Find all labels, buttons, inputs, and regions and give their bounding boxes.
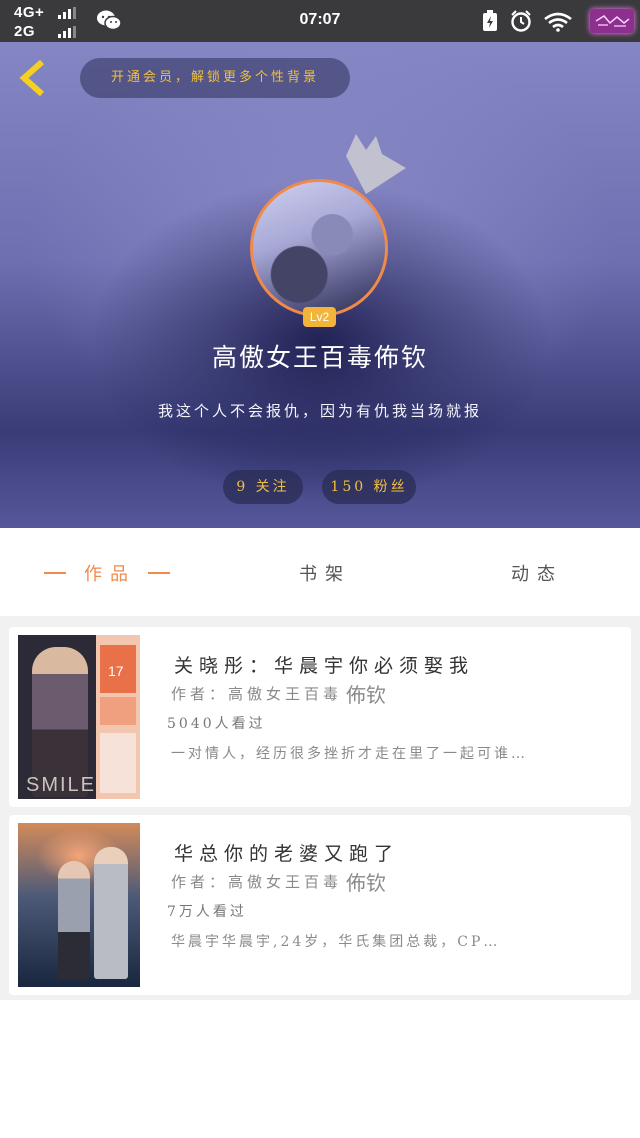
work-view-count: 7万人看过 [167, 904, 247, 920]
work-cover-image [18, 823, 140, 987]
username: 高傲女王百毒佈钦 [211, 343, 428, 372]
active-tab-indicator-left [44, 572, 66, 574]
tab-works[interactable]: 作品 [84, 560, 136, 586]
tab-bookshelf[interactable]: 书架 [299, 560, 351, 586]
work-author-name: 佈钦 [346, 683, 386, 707]
vip-notice-banner[interactable]: 开通会员，解锁更多个性背景 [80, 58, 350, 98]
user-bio: 我这个人不会报仇，因为有仇我当场就报 [157, 402, 482, 420]
work-author-label: 作者：高傲女王百毒 [171, 873, 343, 891]
active-tab-indicator-right [148, 572, 170, 574]
battery-icon [590, 9, 634, 33]
fans-count-button[interactable]: 150 粉丝 [322, 470, 416, 504]
work-author-name: 佈钦 [346, 871, 386, 895]
status-bar: 4G+ 2G 07:07 [0, 0, 640, 42]
work-card[interactable]: 17 SMILE 关晓彤：华晨宇你必须娶我 作者：高傲女王百毒 佈钦 5040人… [9, 627, 631, 807]
work-author-label: 作者：高傲女王百毒 [171, 685, 343, 703]
work-view-count: 5040人看过 [167, 716, 266, 732]
work-description: 一对情人，经历很多挫折才走在里了一起可谁… [171, 746, 528, 762]
work-title: 关晓彤：华晨宇你必须娶我 [174, 655, 475, 677]
work-title: 华总你的老婆又跑了 [174, 843, 400, 865]
cover-text: SMILE [26, 774, 97, 796]
back-button[interactable] [14, 56, 54, 100]
avatar[interactable] [250, 179, 388, 317]
charging-icon [483, 10, 497, 31]
following-count-button[interactable]: 9 关注 [223, 470, 303, 504]
profile-tabs: 作品 书架 动态 [0, 528, 640, 616]
wifi-icon [544, 12, 572, 32]
profile-header: 开通会员，解锁更多个性背景 Lv2 高傲女王百毒佈钦 我这个人不会报仇，因为有仇… [0, 42, 640, 528]
work-card[interactable]: 华总你的老婆又跑了 作者：高傲女王百毒 佈钦 7万人看过 华晨宇华晨宇,24岁，… [9, 815, 631, 995]
cover-number: 17 [108, 663, 124, 679]
alarm-icon [511, 10, 531, 32]
work-description: 华晨宇华晨宇,24岁，华氏集团总裁，CP… [171, 934, 501, 950]
work-cover-image: 17 SMILE [18, 635, 140, 799]
chevron-left-icon [19, 59, 44, 97]
level-badge: Lv2 [303, 307, 336, 327]
tab-activity[interactable]: 动态 [511, 560, 563, 586]
